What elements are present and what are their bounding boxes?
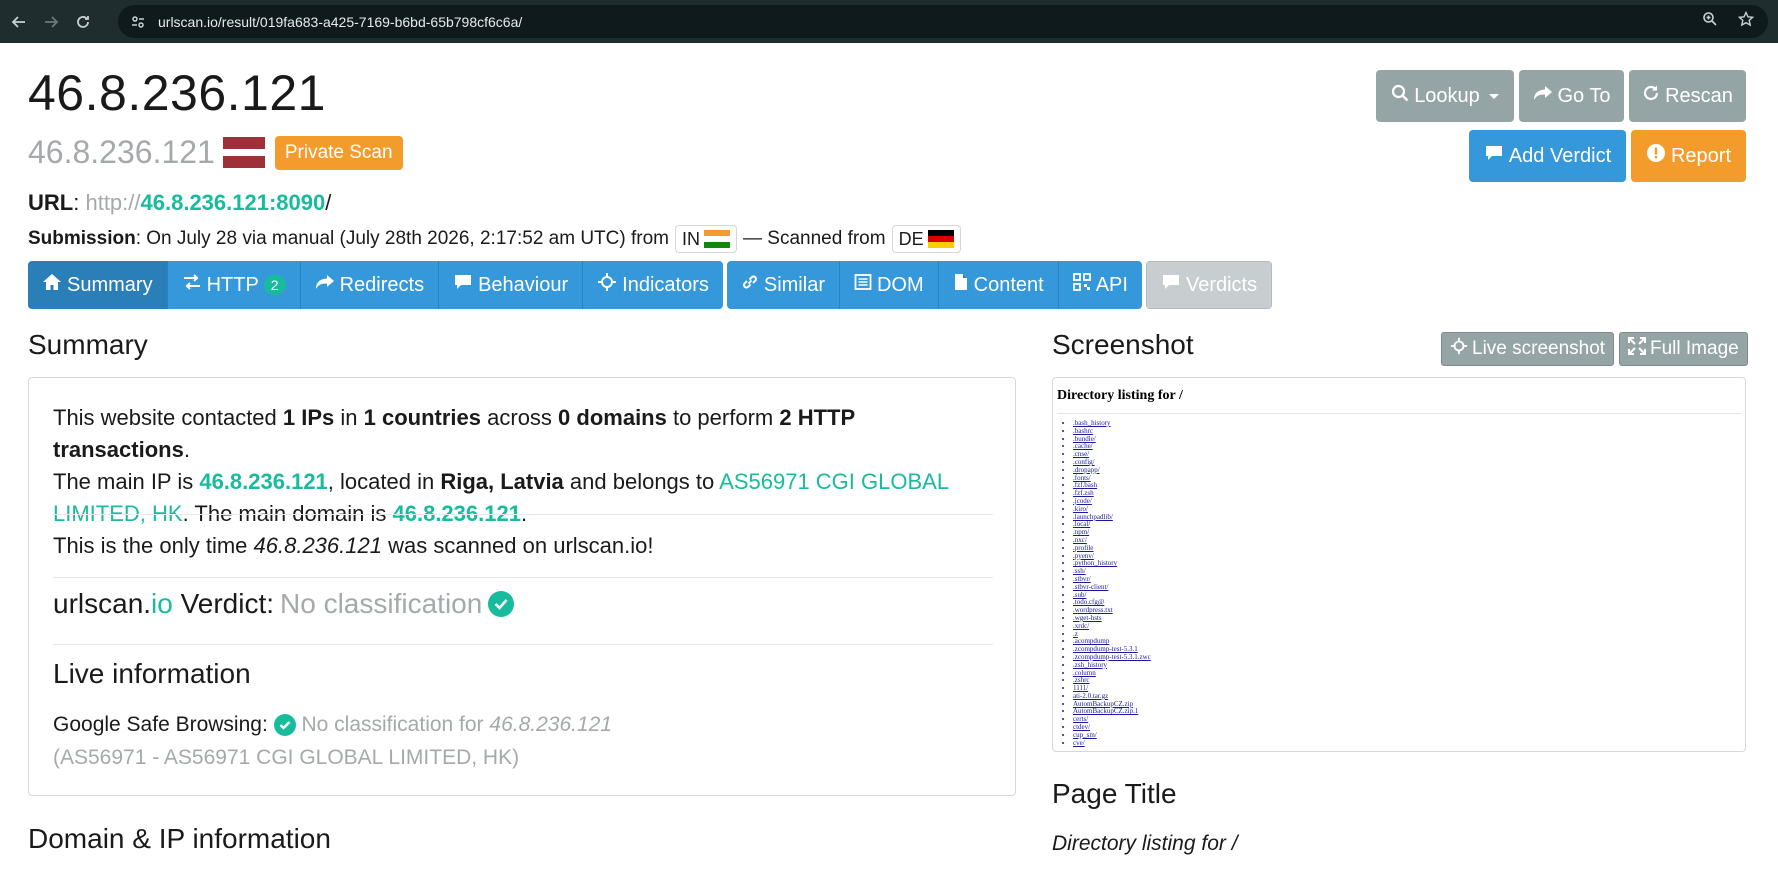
report-button[interactable]: Report bbox=[1631, 130, 1746, 182]
from-country-chip[interactable]: IN bbox=[675, 225, 737, 253]
browser-toolbar: urlscan.io/result/019fa683-a425-7169-b6b… bbox=[0, 0, 1778, 43]
screenshot-page-heading: Directory listing for / bbox=[1057, 388, 1183, 403]
goto-button[interactable]: Go To bbox=[1519, 70, 1624, 122]
screenshot-file-entry: cve/ bbox=[1073, 739, 1151, 748]
germany-flag-icon bbox=[927, 229, 954, 249]
private-scan-badge: Private Scan bbox=[274, 135, 403, 170]
refresh-icon bbox=[1642, 84, 1660, 108]
link-icon bbox=[741, 273, 759, 297]
exchange-icon bbox=[182, 273, 202, 297]
summary-panel: This website contacted 1 IPs in 1 countr… bbox=[28, 377, 1016, 796]
back-icon[interactable] bbox=[6, 9, 32, 35]
check-circle-icon bbox=[488, 591, 515, 617]
url-path: / bbox=[325, 190, 332, 215]
live-screenshot-button[interactable]: Live screenshot bbox=[1441, 332, 1615, 366]
crosshair-icon bbox=[1450, 337, 1468, 361]
tab-api[interactable]: API bbox=[1058, 261, 1142, 309]
tab-group-secondary: Similar DOM Content API bbox=[726, 261, 1142, 309]
tab-group-primary: Summary HTTP 2 Redirects Behaviour Indic… bbox=[28, 261, 723, 309]
forward-icon[interactable] bbox=[38, 9, 64, 35]
divider bbox=[53, 514, 993, 515]
expand-icon bbox=[1628, 337, 1646, 361]
list-alt-icon bbox=[854, 273, 872, 297]
india-flag-icon bbox=[704, 229, 730, 249]
reload-icon[interactable] bbox=[70, 9, 96, 35]
tab-redirects[interactable]: Redirects bbox=[300, 261, 440, 309]
bookmark-star-icon[interactable] bbox=[1737, 10, 1755, 32]
live-info-heading: Live information bbox=[53, 658, 251, 689]
screenshot-image[interactable]: Directory listing for / .bash_history.ba… bbox=[1052, 377, 1746, 752]
safe-browsing-result: Google Safe Browsing: No classification … bbox=[53, 713, 613, 769]
search-icon bbox=[1391, 84, 1409, 108]
divider bbox=[53, 577, 993, 578]
latvia-flag-icon bbox=[222, 136, 265, 169]
tab-summary[interactable]: Summary bbox=[28, 261, 168, 309]
full-image-button[interactable]: Full Image bbox=[1619, 332, 1748, 366]
urlscan-verdict: urlscan.io Verdict: No classification bbox=[53, 588, 515, 620]
page-title-heading: Page Title bbox=[1052, 778, 1177, 809]
url-line: URL: http://46.8.236.121:8090/ bbox=[28, 190, 332, 215]
url-host-link[interactable]: 46.8.236.121:8090 bbox=[141, 190, 326, 215]
page-title: 46.8.236.121 bbox=[28, 65, 326, 121]
tab-http[interactable]: HTTP 2 bbox=[167, 261, 301, 309]
file-icon bbox=[953, 273, 969, 297]
subtitle-row: 46.8.236.121 Private Scan bbox=[28, 134, 403, 171]
tab-indicators[interactable]: Indicators bbox=[583, 261, 723, 309]
qrcode-icon bbox=[1072, 273, 1091, 297]
add-verdict-button[interactable]: Add Verdict bbox=[1469, 130, 1626, 182]
lookup-button[interactable]: Lookup bbox=[1376, 70, 1514, 122]
check-circle-icon bbox=[273, 714, 296, 737]
address-bar[interactable]: urlscan.io/result/019fa683-a425-7169-b6b… bbox=[118, 5, 1768, 38]
http-count-badge: 2 bbox=[263, 275, 286, 295]
result-tabs: Summary HTTP 2 Redirects Behaviour Indic… bbox=[28, 261, 1276, 309]
tab-similar[interactable]: Similar bbox=[726, 261, 840, 309]
share-arrow-icon bbox=[1533, 84, 1553, 108]
tab-behaviour[interactable]: Behaviour bbox=[439, 261, 584, 309]
tab-group-verdicts: Verdicts bbox=[1145, 261, 1273, 309]
scan-history-note: This is the only time 46.8.236.121 was s… bbox=[53, 533, 654, 558]
chevron-down-icon bbox=[1488, 93, 1499, 99]
comment-icon bbox=[453, 273, 473, 297]
tab-dom[interactable]: DOM bbox=[839, 261, 939, 309]
rescan-button[interactable]: Rescan bbox=[1629, 70, 1746, 122]
summary-paragraph: This website contacted 1 IPs in 1 countr… bbox=[53, 405, 949, 526]
screenshot-file-list: .bash_history.bashrc.bundle/.cache/.cnse… bbox=[1073, 419, 1151, 748]
divider bbox=[53, 644, 993, 645]
page-title-value: Directory listing for / bbox=[1052, 832, 1238, 855]
site-info-icon[interactable] bbox=[128, 12, 148, 32]
zoom-icon[interactable] bbox=[1702, 11, 1718, 32]
tab-content[interactable]: Content bbox=[938, 261, 1059, 309]
crosshair-icon bbox=[597, 272, 617, 298]
divider bbox=[1057, 413, 1741, 414]
screenshot-file-entry: .xrdc/ bbox=[1073, 622, 1151, 631]
submission-line: Submission : On July 28 via manual (July… bbox=[28, 225, 967, 253]
comment-icon bbox=[1161, 273, 1181, 297]
main-ip-link[interactable]: 46.8.236.121 bbox=[199, 469, 327, 494]
domain-ip-heading: Domain & IP information bbox=[28, 823, 331, 854]
home-icon bbox=[42, 273, 62, 297]
exclamation-circle-icon bbox=[1646, 143, 1666, 169]
url-scheme: http:// bbox=[85, 190, 141, 215]
address-url[interactable]: urlscan.io/result/019fa683-a425-7169-b6b… bbox=[158, 14, 522, 30]
share-arrow-icon bbox=[315, 273, 335, 297]
summary-heading: Summary bbox=[28, 329, 148, 360]
tab-verdicts[interactable]: Verdicts bbox=[1145, 261, 1273, 309]
screenshot-heading: Screenshot bbox=[1052, 329, 1194, 360]
verdict-value: No classification bbox=[280, 588, 483, 619]
subtitle-ip: 46.8.236.121 bbox=[28, 134, 215, 170]
comment-icon bbox=[1484, 144, 1504, 168]
scanned-country-chip[interactable]: DE bbox=[891, 225, 961, 253]
